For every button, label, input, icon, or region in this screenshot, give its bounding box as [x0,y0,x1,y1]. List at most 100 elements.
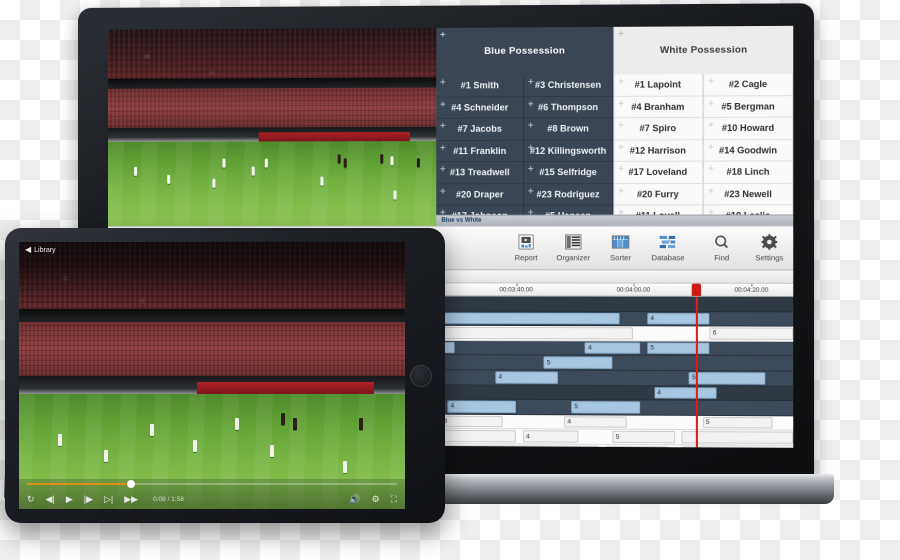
timeline-clip[interactable]: 4 [564,416,626,428]
next-button[interactable]: |▶ [84,495,93,504]
tablet-home-button[interactable] [410,365,432,387]
matrix-cell[interactable]: #3 Christensen [524,75,613,97]
matrix-cell[interactable]: #23 Rodriguez [524,184,613,206]
play-button[interactable]: ▶ [66,495,73,504]
timeline-clip[interactable]: 4 [606,446,668,448]
toolbar-button-find[interactable]: Find [698,234,746,263]
matrix-cell[interactable]: #14 Goodwin [704,140,793,162]
matrix-cell[interactable]: #13 Treadwell [436,162,524,184]
matrix-cell[interactable]: #15 Selfridge [524,162,613,184]
matrix-cell[interactable]: #12 Killingsworth [524,140,613,162]
timeline-clip[interactable]: 5 [647,342,709,354]
volume-icon[interactable]: 🔊 [349,495,360,504]
timeline-clip[interactable] [682,431,793,443]
matrix-cell[interactable]: #17 Loveland [614,162,703,184]
timeline-clip[interactable]: 4 [654,387,716,399]
drag-handle-icon [528,210,533,215]
matrix-cell[interactable]: #20 Draper [436,184,524,206]
timeline-clip[interactable]: 5 [689,372,766,384]
playback-progress-handle[interactable] [127,480,135,488]
timeline-clip[interactable]: 5 [613,431,675,443]
player-marker [212,179,215,188]
matrix-cell[interactable]: #20 Furry [614,183,703,205]
matrix-cell[interactable]: #1 Lapoint [614,74,703,96]
matrix-cell[interactable]: #11 Lovell [614,205,703,214]
chevron-left-icon[interactable]: ◀ [25,246,31,254]
report-icon [516,234,536,251]
toolbar-button-database[interactable]: Database [644,234,691,262]
previous-button[interactable]: ◀| [46,495,55,504]
matrix-cell[interactable]: #5 Hansen [524,205,613,214]
playhead-handle[interactable] [692,284,701,297]
matrix-cell-label: #7 Jacobs [457,124,501,134]
player-button-row: ↻ ◀| ▶ |▶ ▷| ▶▶ 0:08 / 1:58 🔊 ⚙ ⛶ [27,491,397,507]
matrix-cell[interactable]: #1 Smith [436,75,524,97]
matrix-cell[interactable]: #18 Linch [704,161,793,183]
matrix-cell[interactable]: #23 Newell [704,183,793,205]
column-header-white-possession[interactable]: White Possession [613,26,793,75]
matrix-cell[interactable]: #11 Franklin [436,140,524,162]
timeline-clip[interactable]: 5 [571,401,640,413]
timeline-playhead[interactable] [696,297,698,448]
toolbar-right-group: Find Settings [698,234,793,263]
matrix-tab-strip[interactable]: Blue vs White [436,214,793,225]
drag-handle-icon [708,78,713,83]
timeline-clip[interactable]: 5 [703,417,773,429]
sorter-icon [610,234,631,251]
timeline-clip[interactable]: 4 [647,313,709,325]
toolbar-button-organizer[interactable]: Organizer [550,234,597,262]
matrix-cell[interactable]: #5 Bergman [704,96,793,118]
timeline-clip[interactable]: 4 [447,401,516,413]
playback-progress-bar[interactable] [27,483,397,485]
step-forward-button[interactable]: ▷| [104,495,113,504]
player-marker [393,190,396,199]
timeline-clip[interactable]: 4 [585,342,640,354]
matrix-cell[interactable]: #19 Leslie [704,205,793,214]
stadium-scene [108,28,436,226]
drag-handle-icon [528,123,533,128]
toolbar-button-settings[interactable]: Settings [746,234,794,263]
drag-handle-icon [440,32,445,37]
matrix-cell[interactable]: #4 Schneider [436,97,524,119]
timeline-clip[interactable]: 6 [710,328,794,340]
matrix-cell[interactable]: #10 Howard [704,118,793,140]
timeline-clip[interactable]: 4 [495,371,557,383]
column-header-blue-possession[interactable]: Blue Possession [436,27,613,75]
tab-blue-vs-white[interactable]: Blue vs White [441,218,481,224]
toolbar-button-sorter[interactable]: Sorter [597,234,644,262]
matrix-cell[interactable]: #7 Jacobs [436,118,524,140]
drag-handle-icon [618,144,623,149]
matrix-header-row: Blue Possession White Possession [436,26,793,76]
matrix-cell[interactable]: #17 Johnson [436,206,524,215]
timeline-clip[interactable]: 5 [544,357,613,369]
player-marker [416,159,419,168]
matrix-cell-label: #5 Bergman [721,101,774,111]
matrix-cell-label: #3 Christensen [535,80,601,90]
matrix-cell[interactable]: #12 Harrison [614,140,703,162]
matrix-cell[interactable]: #6 Thompson [524,96,613,118]
timeline-clip[interactable]: 4 [523,431,578,443]
video-preview[interactable] [108,28,436,226]
tablet-device: ◀ Library ↻ ◀| ▶ |▶ ▷| ▶▶ 0:08 / 1:58 🔊 … [5,228,445,523]
back-to-library-label[interactable]: Library [34,247,55,254]
drag-handle-icon [708,144,713,149]
toolbar-button-report[interactable]: Report [503,234,550,262]
replay-button[interactable]: ↻ [27,495,35,504]
gear-icon[interactable]: ⚙ [372,495,380,504]
timeline-clip[interactable] [682,446,793,448]
gear-icon [759,234,780,251]
fast-forward-button[interactable]: ▶▶ [124,495,138,504]
drag-handle-icon [528,188,533,193]
drag-handle-icon [440,166,445,171]
matrix-column-white-left: #1 Lapoint #4 Branham #7 Spiro #12 Harrison… [613,74,703,214]
matrix-cell[interactable]: #8 Brown [524,118,613,140]
matrix-cell[interactable]: #2 Cagle [704,74,793,96]
matrix-cell[interactable]: #4 Branham [614,96,703,118]
fullscreen-icon[interactable]: ⛶ [391,495,397,504]
timeline-clip[interactable]: 3 [441,415,503,427]
matrix-cell[interactable]: #7 Spiro [614,118,703,140]
matrix-cell-label: #11 Lovell [636,211,680,215]
drag-handle-icon [440,145,445,150]
column-header-label: White Possession [660,44,747,56]
drag-handle-icon [440,210,445,215]
